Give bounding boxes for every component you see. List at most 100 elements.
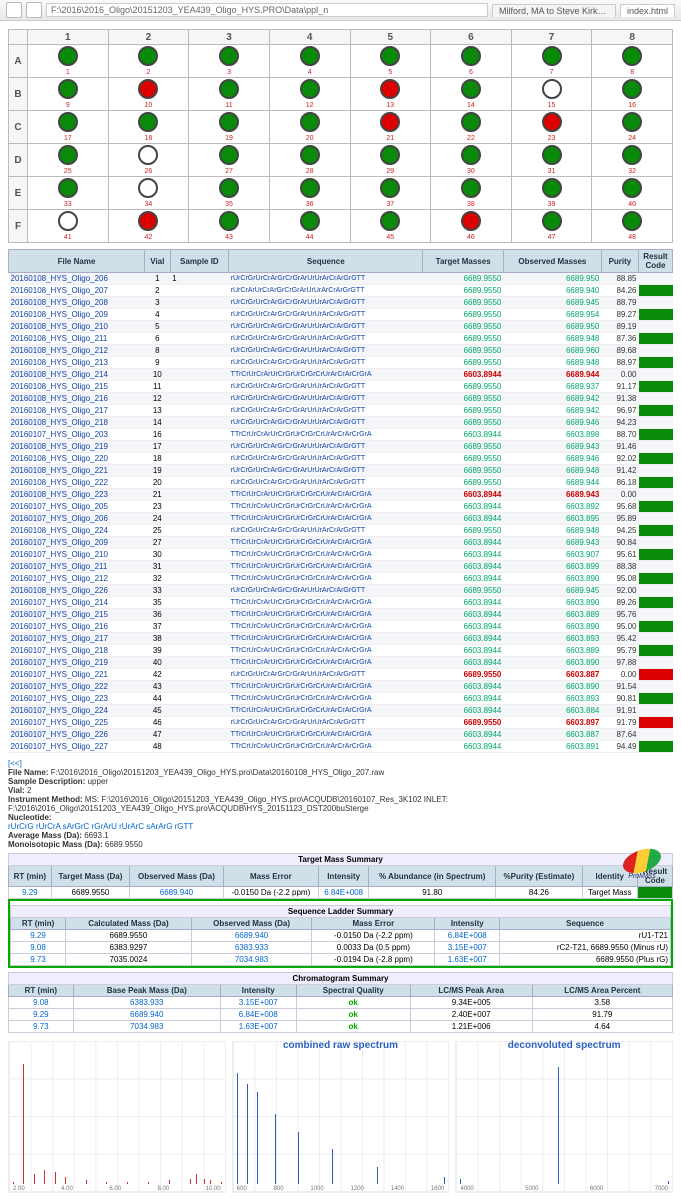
well-6[interactable]: 6 (431, 45, 512, 78)
well-28[interactable]: 28 (269, 144, 350, 177)
well-47[interactable]: 47 (511, 210, 592, 243)
table-row[interactable]: 20160108_HYS_Oligo_2072rUrCrArUrCrArGrCr… (9, 285, 673, 297)
well-48[interactable]: 48 (592, 210, 673, 243)
table-row[interactable]: 20160107_HYS_Oligo_21637TTrCrUrCrArUrCrG… (9, 621, 673, 633)
table-row[interactable]: 20160107_HYS_Oligo_20523TTrCrUrCrArUrCrG… (9, 501, 673, 513)
back-icon[interactable] (6, 2, 22, 18)
well-33[interactable]: 33 (28, 177, 109, 210)
well-43[interactable]: 43 (189, 210, 270, 243)
table-row[interactable]: 20160108_HYS_Oligo_21511rUrCrGrUrCrArGrC… (9, 381, 673, 393)
well-19[interactable]: 19 (189, 111, 270, 144)
table-row[interactable]: 20160107_HYS_Oligo_20624TTrCrUrCrArUrCrG… (9, 513, 673, 525)
well-35[interactable]: 35 (189, 177, 270, 210)
well-29[interactable]: 29 (350, 144, 431, 177)
well-12[interactable]: 12 (269, 78, 350, 111)
tab-1[interactable]: index.html (620, 4, 675, 17)
well-41[interactable]: 41 (28, 210, 109, 243)
well-4[interactable]: 4 (269, 45, 350, 78)
well-10[interactable]: 10 (108, 78, 189, 111)
well-20[interactable]: 20 (269, 111, 350, 144)
table-row[interactable]: 20160107_HYS_Oligo_21232TTrCrUrCrArUrCrG… (9, 573, 673, 585)
well-32[interactable]: 32 (592, 144, 673, 177)
well-37[interactable]: 37 (350, 177, 431, 210)
well-39[interactable]: 39 (511, 177, 592, 210)
well-13[interactable]: 13 (350, 78, 431, 111)
table-row[interactable]: 20160107_HYS_Oligo_22647TTrCrUrCrArUrCrG… (9, 729, 673, 741)
well-34[interactable]: 34 (108, 177, 189, 210)
well-14[interactable]: 14 (431, 78, 512, 111)
detail-desc: upper (88, 777, 108, 786)
table-row[interactable]: 20160107_HYS_Oligo_21030TTrCrUrCrArUrCrG… (9, 549, 673, 561)
table-row[interactable]: 20160107_HYS_Oligo_21536TTrCrUrCrArUrCrG… (9, 609, 673, 621)
table-row[interactable]: 20160108_HYS_Oligo_22321TTrCrUrCrArUrCrG… (9, 489, 673, 501)
raw-spectrum: combined raw spectrum 600800100012001400… (232, 1041, 450, 1193)
table-row[interactable]: 20160108_HYS_Oligo_21713rUrCrGrUrCrArGrC… (9, 405, 673, 417)
table-row[interactable]: 20160107_HYS_Oligo_22344TTrCrUrCrArUrCrG… (9, 693, 673, 705)
table-row[interactable]: 20160107_HYS_Oligo_20927TTrCrUrCrArUrCrG… (9, 537, 673, 549)
well-40[interactable]: 40 (592, 177, 673, 210)
back-link[interactable]: [<<] (8, 759, 22, 768)
table-row[interactable]: 20160107_HYS_Oligo_20316TTrCrUrCrArUrCrG… (9, 429, 673, 441)
well-16[interactable]: 16 (592, 78, 673, 111)
table-row[interactable]: 20160108_HYS_Oligo_21612rUrCrGrUrCrArGrC… (9, 393, 673, 405)
well-36[interactable]: 36 (269, 177, 350, 210)
well-25[interactable]: 25 (28, 144, 109, 177)
well-46[interactable]: 46 (431, 210, 512, 243)
well-18[interactable]: 18 (108, 111, 189, 144)
well-5[interactable]: 5 (350, 45, 431, 78)
well-31[interactable]: 31 (511, 144, 592, 177)
table-row[interactable]: 20160107_HYS_Oligo_22748TTrCrUrCrArUrCrG… (9, 741, 673, 753)
table-row[interactable]: 20160108_HYS_Oligo_21814rUrCrGrUrCrArGrC… (9, 417, 673, 429)
well-15[interactable]: 15 (511, 78, 592, 111)
well-44[interactable]: 44 (269, 210, 350, 243)
table-row[interactable]: 20160108_HYS_Oligo_20611rUrCrGrUrCrArGrC… (9, 273, 673, 285)
table-row[interactable]: 20160107_HYS_Oligo_21738TTrCrUrCrArUrCrG… (9, 633, 673, 645)
well-22[interactable]: 22 (431, 111, 512, 144)
table-row[interactable]: 20160108_HYS_Oligo_22119rUrCrGrUrCrArGrC… (9, 465, 673, 477)
table-row[interactable]: 20160108_HYS_Oligo_2116rUrCrGrUrCrArGrCr… (9, 333, 673, 345)
table-row[interactable]: 20160107_HYS_Oligo_22142rUrCrGrUrCrArGrC… (9, 669, 673, 681)
well-24[interactable]: 24 (592, 111, 673, 144)
table-row[interactable]: 20160107_HYS_Oligo_21435TTrCrUrCrArUrCrG… (9, 597, 673, 609)
avg-mass: 6693.1 (84, 831, 108, 840)
well-11[interactable]: 11 (189, 78, 270, 111)
table-row[interactable]: 20160107_HYS_Oligo_22546rUrCrGrUrCrArGrC… (9, 717, 673, 729)
well-38[interactable]: 38 (431, 177, 512, 210)
address-bar[interactable]: F:\2016\2016_Oligo\20151203_YEA439_Oligo… (46, 3, 488, 17)
table-row[interactable]: 20160107_HYS_Oligo_22445TTrCrUrCrArUrCrG… (9, 705, 673, 717)
well-7[interactable]: 7 (511, 45, 592, 78)
well-1[interactable]: 1 (28, 45, 109, 78)
well-2[interactable]: 2 (108, 45, 189, 78)
well-23[interactable]: 23 (511, 111, 592, 144)
well-30[interactable]: 30 (431, 144, 512, 177)
table-row[interactable]: 20160108_HYS_Oligo_2139rUrCrGrUrCrArGrCr… (9, 357, 673, 369)
well-21[interactable]: 21 (350, 111, 431, 144)
avg-mass-label: Average Mass (Da): (8, 831, 82, 840)
table-row[interactable]: 20160108_HYS_Oligo_22425rUrCrGrUrCrArGrC… (9, 525, 673, 537)
table-row[interactable]: 20160108_HYS_Oligo_22018rUrCrGrUrCrArGrC… (9, 453, 673, 465)
well-8[interactable]: 8 (592, 45, 673, 78)
table-row[interactable]: 20160108_HYS_Oligo_21917rUrCrGrUrCrArGrC… (9, 441, 673, 453)
table-row[interactable]: 20160107_HYS_Oligo_21839TTrCrUrCrArUrCrG… (9, 645, 673, 657)
well-9[interactable]: 9 (28, 78, 109, 111)
table-row[interactable]: 20160108_HYS_Oligo_2083rUrCrGrUrCrArGrCr… (9, 297, 673, 309)
well-27[interactable]: 27 (189, 144, 270, 177)
well-45[interactable]: 45 (350, 210, 431, 243)
table-row[interactable]: 20160108_HYS_Oligo_2128rUrCrGrUrCrArGrCr… (9, 345, 673, 357)
table-row[interactable]: 20160108_HYS_Oligo_2105rUrCrGrUrCrArGrCr… (9, 321, 673, 333)
detail-vial: 2 (27, 786, 31, 795)
well-42[interactable]: 42 (108, 210, 189, 243)
tab-0[interactable]: Milford, MA to Steve Kirk – A… (492, 4, 616, 17)
well-3[interactable]: 3 (189, 45, 270, 78)
table-row[interactable]: 20160107_HYS_Oligo_22243TTrCrUrCrArUrCrG… (9, 681, 673, 693)
table-row[interactable]: 20160108_HYS_Oligo_2094rUrCrGrUrCrArGrCr… (9, 309, 673, 321)
table-row[interactable]: 20160108_HYS_Oligo_22220rUrCrGrUrCrArGrC… (9, 477, 673, 489)
table-row[interactable]: 20160108_HYS_Oligo_22633rUrCrGrUrCrArGrC… (9, 585, 673, 597)
mono-mass-label: Monoisotopic Mass (Da): (8, 840, 103, 849)
table-row[interactable]: 20160107_HYS_Oligo_21131TTrCrUrCrArUrCrG… (9, 561, 673, 573)
table-row[interactable]: 20160108_HYS_Oligo_21410TTrCrUrCrArUrCrG… (9, 369, 673, 381)
well-26[interactable]: 26 (108, 144, 189, 177)
table-row[interactable]: 20160107_HYS_Oligo_21940TTrCrUrCrArUrCrG… (9, 657, 673, 669)
forward-icon[interactable] (26, 2, 42, 18)
well-17[interactable]: 17 (28, 111, 109, 144)
